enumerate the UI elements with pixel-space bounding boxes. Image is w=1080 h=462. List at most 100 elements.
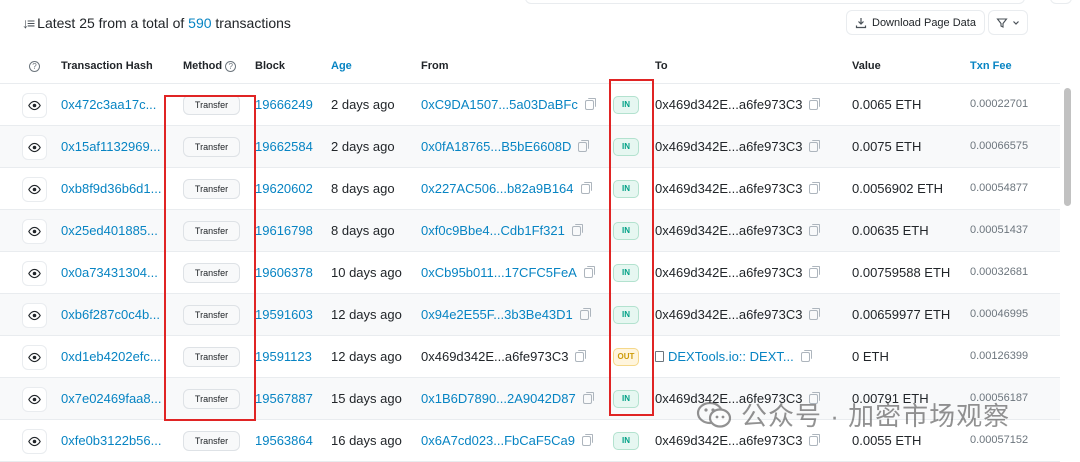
age-text: 8 days ago bbox=[331, 181, 395, 196]
copy-icon[interactable] bbox=[809, 266, 821, 278]
from-address-text: 0x1B6D7890...2A9042D87 bbox=[421, 391, 576, 406]
transaction-hash-link[interactable]: 0x15af1132969... bbox=[61, 139, 161, 154]
table-row: 0xb6f287c0c4b... Transfer 19591603 12 da… bbox=[0, 294, 1060, 336]
column-header-hash: Transaction Hash bbox=[61, 60, 153, 72]
block-link[interactable]: 19591123 bbox=[255, 349, 312, 364]
to-address-text: 0x469d342E...a6fe973C3 bbox=[655, 433, 803, 448]
copy-icon[interactable] bbox=[809, 182, 821, 194]
search-bar-edge[interactable] bbox=[525, 0, 1025, 4]
copy-icon[interactable] bbox=[578, 140, 590, 152]
view-details-button[interactable] bbox=[22, 177, 47, 202]
view-details-button[interactable] bbox=[22, 345, 47, 370]
block-link[interactable]: 19591603 bbox=[255, 307, 313, 322]
filter-button[interactable] bbox=[988, 10, 1028, 35]
view-details-button[interactable] bbox=[22, 219, 47, 244]
from-address: 0x469d342E...a6fe973C3 bbox=[421, 349, 587, 364]
column-header-from: From bbox=[421, 60, 449, 72]
column-header-method: Method ? bbox=[183, 60, 237, 72]
copy-icon[interactable] bbox=[579, 308, 591, 320]
from-address[interactable]: 0x0fA18765...B5bE6608D bbox=[421, 139, 590, 154]
age-text: 2 days ago bbox=[331, 97, 395, 112]
txn-fee-text: 0.00022701 bbox=[970, 98, 1029, 110]
transaction-count-link[interactable]: 590 bbox=[188, 15, 211, 31]
info-column-header: ? bbox=[29, 60, 40, 72]
block-link[interactable]: 19666249 bbox=[255, 97, 313, 112]
highlight-box-method bbox=[164, 95, 256, 421]
from-address[interactable]: 0xf0c9Bbe4...Cdb1Ff321 bbox=[421, 223, 583, 238]
eye-icon bbox=[28, 394, 41, 405]
download-page-data-button[interactable]: Download Page Data bbox=[846, 10, 985, 35]
value-text: 0.00635 ETH bbox=[852, 223, 929, 238]
view-details-button[interactable] bbox=[22, 429, 47, 454]
view-details-button[interactable] bbox=[22, 303, 47, 328]
txn-fee-text: 0.00032681 bbox=[970, 266, 1029, 278]
copy-icon[interactable] bbox=[583, 266, 595, 278]
view-details-button[interactable] bbox=[22, 387, 47, 412]
transaction-hash-link[interactable]: 0x472c3aa17c... bbox=[61, 97, 156, 112]
view-details-button[interactable] bbox=[22, 93, 47, 118]
eye-icon bbox=[28, 226, 41, 237]
transaction-hash-link[interactable]: 0xd1eb4202efc... bbox=[61, 349, 161, 364]
to-address[interactable]: DEXTools.io:: DEXT... bbox=[655, 349, 812, 364]
copy-icon[interactable] bbox=[809, 308, 821, 320]
table-row: 0x472c3aa17c... Transfer 19666249 2 days… bbox=[0, 84, 1060, 126]
copy-icon[interactable] bbox=[571, 224, 583, 236]
age-text: 8 days ago bbox=[331, 223, 395, 238]
eye-icon bbox=[28, 436, 41, 447]
transaction-hash-link[interactable]: 0x7e02469faa8... bbox=[61, 391, 161, 406]
to-address-text: 0x469d342E...a6fe973C3 bbox=[655, 139, 803, 154]
copy-icon[interactable] bbox=[581, 434, 593, 446]
column-header-txn-fee[interactable]: Txn Fee bbox=[970, 60, 1012, 72]
block-link[interactable]: 19567887 bbox=[255, 391, 313, 406]
transaction-hash-link[interactable]: 0xb6f287c0c4b... bbox=[61, 307, 160, 322]
header-button-edge[interactable] bbox=[1050, 0, 1072, 4]
copy-icon[interactable] bbox=[582, 392, 594, 404]
transaction-hash-link[interactable]: 0xb8f9d36b6d1... bbox=[61, 181, 161, 196]
method-badge: Transfer bbox=[183, 431, 240, 451]
age-text: 2 days ago bbox=[331, 139, 395, 154]
block-link[interactable]: 19563864 bbox=[255, 433, 313, 448]
from-address-text: 0x227AC506...b82a9B164 bbox=[421, 181, 574, 196]
contract-icon bbox=[655, 351, 664, 362]
method-help-icon[interactable]: ? bbox=[225, 61, 237, 72]
copy-icon[interactable] bbox=[809, 140, 821, 152]
help-icon[interactable]: ? bbox=[29, 61, 40, 72]
block-link[interactable]: 19620602 bbox=[255, 181, 313, 196]
from-address[interactable]: 0x1B6D7890...2A9042D87 bbox=[421, 391, 594, 406]
block-link[interactable]: 19606378 bbox=[255, 265, 313, 280]
txn-fee-text: 0.00054877 bbox=[970, 182, 1029, 194]
view-details-button[interactable] bbox=[22, 261, 47, 286]
transaction-hash-link[interactable]: 0x0a73431304... bbox=[61, 265, 158, 280]
copy-icon[interactable] bbox=[809, 224, 821, 236]
from-address[interactable]: 0xC9DA1507...5a03DaBFc bbox=[421, 97, 596, 112]
sort-descending-icon: ↓≡ bbox=[22, 15, 35, 31]
value-text: 0.0065 ETH bbox=[852, 97, 922, 112]
copy-icon[interactable] bbox=[809, 98, 821, 110]
transaction-hash-link[interactable]: 0xfe0b3122b56... bbox=[61, 433, 161, 448]
copy-icon[interactable] bbox=[575, 350, 587, 362]
copy-icon[interactable] bbox=[809, 434, 821, 446]
from-address[interactable]: 0xCb95b011...17CFC5FeA bbox=[421, 265, 595, 280]
method-header-label: Method bbox=[183, 60, 223, 72]
to-address-text: 0x469d342E...a6fe973C3 bbox=[655, 97, 803, 112]
to-address-text: 0x469d342E...a6fe973C3 bbox=[655, 265, 803, 280]
copy-icon[interactable] bbox=[800, 350, 812, 362]
block-link[interactable]: 19616798 bbox=[255, 223, 313, 238]
watermark-text: 公众号 · 加密市场观察 bbox=[741, 401, 1011, 431]
vertical-scrollbar[interactable] bbox=[1064, 88, 1071, 206]
from-address[interactable]: 0x6A7cd023...FbCaF5Ca9 bbox=[421, 433, 593, 448]
eye-icon bbox=[28, 100, 41, 111]
from-address[interactable]: 0x94e2E55F...3b3Be43D1 bbox=[421, 307, 591, 322]
to-address: 0x469d342E...a6fe973C3 bbox=[655, 181, 821, 196]
watermark: 公众号 · 加密市场观察 bbox=[695, 396, 1010, 433]
view-details-button[interactable] bbox=[22, 135, 47, 160]
block-link[interactable]: 19662584 bbox=[255, 139, 313, 154]
transaction-hash-link[interactable]: 0x25ed401885... bbox=[61, 223, 158, 238]
column-header-age[interactable]: Age bbox=[331, 60, 352, 72]
to-address: 0x469d342E...a6fe973C3 bbox=[655, 433, 821, 448]
from-address[interactable]: 0x227AC506...b82a9B164 bbox=[421, 181, 592, 196]
copy-icon[interactable] bbox=[580, 182, 592, 194]
copy-icon[interactable] bbox=[584, 98, 596, 110]
txn-fee-text: 0.00057152 bbox=[970, 434, 1029, 446]
chevron-down-icon bbox=[1013, 20, 1019, 25]
